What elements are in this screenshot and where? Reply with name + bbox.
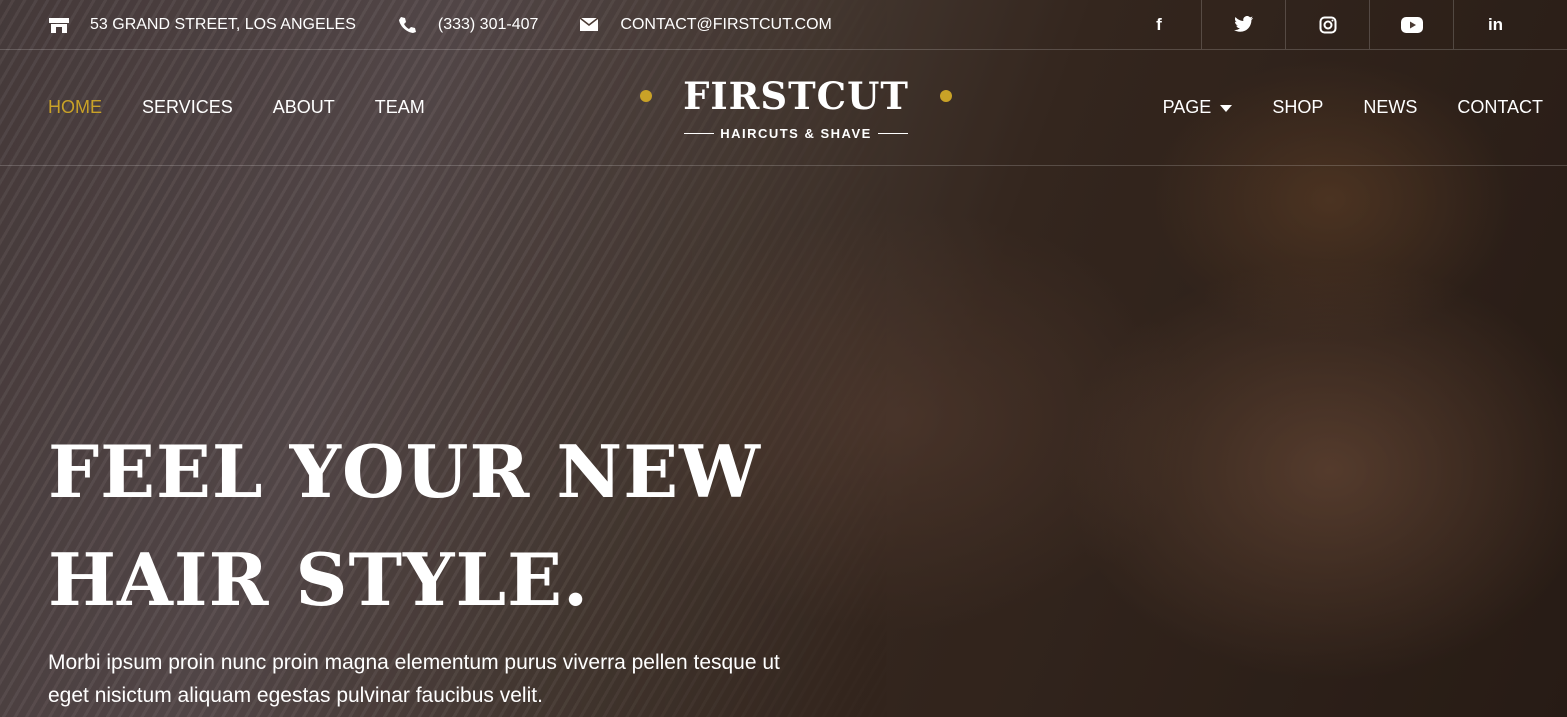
address-item: 53 GRAND STREET, LOS ANGELES xyxy=(48,15,356,35)
email-text: CONTACT@FIRSTCUT.COM xyxy=(620,15,832,33)
nav-services[interactable]: SERVICES xyxy=(142,97,233,118)
nav-team[interactable]: TEAM xyxy=(375,97,425,118)
phone-text: (333) 301-407 xyxy=(437,15,539,33)
email-item[interactable]: CONTACT@FIRSTCUT.COM xyxy=(578,15,832,35)
logo-subtitle-row: HAIRCUTS & SHAVE xyxy=(638,126,954,141)
youtube-icon[interactable] xyxy=(1369,0,1453,49)
logo-subtitle: HAIRCUTS & SHAVE xyxy=(720,126,872,141)
phone-item[interactable]: (333) 301-407 xyxy=(396,15,539,35)
hero-description: Morbi ipsum proin nunc proin magna eleme… xyxy=(48,651,780,707)
facebook-icon[interactable]: f xyxy=(1117,0,1201,49)
nav-right: PAGE SHOP NEWS CONTACT xyxy=(1123,50,1543,165)
logo-dot-left xyxy=(640,90,652,102)
nav-page-label: PAGE xyxy=(1162,97,1212,117)
instagram-icon[interactable] xyxy=(1285,0,1369,49)
linkedin-icon[interactable]: in xyxy=(1453,0,1537,49)
main-navbar: HOME SERVICES ABOUT TEAM FIRSTCUT HAIRCU… xyxy=(0,50,1567,166)
nav-contact[interactable]: CONTACT xyxy=(1457,97,1543,118)
nav-news[interactable]: NEWS xyxy=(1363,97,1417,118)
nav-left: HOME SERVICES ABOUT TEAM xyxy=(48,50,465,165)
logo-divider-left xyxy=(684,133,715,134)
logo-title: FIRSTCUT xyxy=(683,74,909,118)
phone-icon xyxy=(396,15,418,35)
nav-home[interactable]: HOME xyxy=(48,97,102,118)
social-links: f in xyxy=(1117,0,1537,49)
top-bar: 53 GRAND STREET, LOS ANGELES (333) 301-4… xyxy=(0,0,1567,50)
nav-page[interactable]: PAGE xyxy=(1163,97,1233,118)
logo-divider-right xyxy=(877,133,908,134)
hero-title: FEEL YOUR NEW HAIR STYLE. xyxy=(48,418,848,634)
address-text: 53 GRAND STREET, LOS ANGELES xyxy=(90,15,356,33)
logo-dot-right xyxy=(940,90,952,102)
site-logo[interactable]: FIRSTCUT HAIRCUTS & SHAVE xyxy=(638,74,954,144)
hero-title-line-2: HAIR STYLE. xyxy=(48,537,590,622)
envelope-icon xyxy=(578,15,600,35)
store-icon xyxy=(48,15,70,35)
nav-about[interactable]: ABOUT xyxy=(273,97,335,118)
twitter-icon[interactable] xyxy=(1201,0,1285,49)
nav-shop[interactable]: SHOP xyxy=(1272,97,1323,118)
caret-down-icon xyxy=(1220,104,1233,112)
hero-title-line-1: FEEL YOUR NEW xyxy=(48,429,761,514)
